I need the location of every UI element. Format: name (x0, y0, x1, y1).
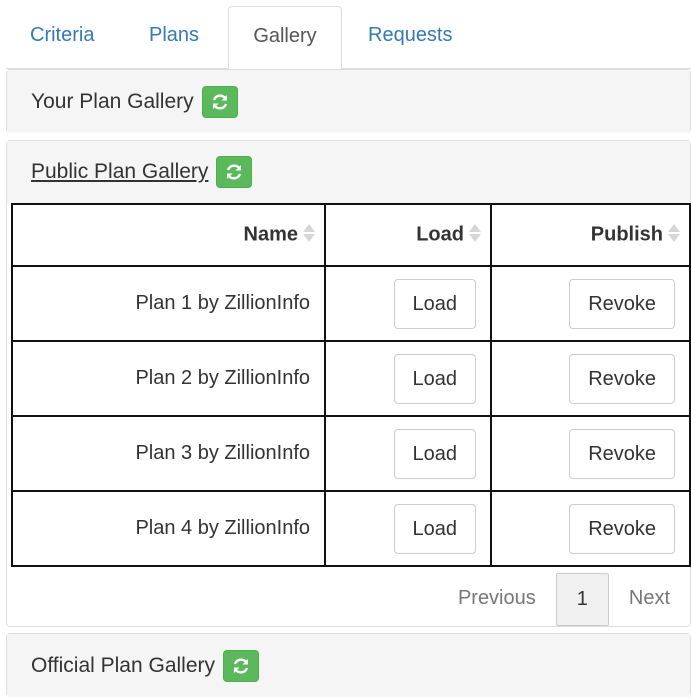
pagination: Previous 1 Next (438, 573, 690, 626)
tab-criteria[interactable]: Criteria (18, 6, 106, 69)
load-button[interactable]: Load (393, 353, 476, 404)
public-plan-gallery-panel: Public Plan Gallery Name Load Publish Pl… (6, 140, 691, 627)
official-plan-gallery-title: Official Plan Gallery (31, 653, 216, 677)
pagination-next[interactable]: Next (609, 573, 690, 626)
pagination-page-1[interactable]: 1 (555, 573, 609, 626)
table-row: Plan 3 by ZillionInfo Load Revoke (11, 415, 691, 492)
column-header-publish[interactable]: Publish (490, 203, 691, 267)
table-row: Plan 1 by ZillionInfo Load Revoke (11, 265, 691, 342)
public-plan-table: Name Load Publish Plan 1 by ZillionInfo … (11, 203, 691, 567)
table-header-row: Name Load Publish (11, 203, 691, 267)
tab-plans[interactable]: Plans (137, 6, 211, 69)
table-row: Plan 4 by ZillionInfo Load Revoke (11, 490, 691, 567)
revoke-button[interactable]: Revoke (569, 503, 675, 554)
sort-icon (668, 224, 680, 242)
plan-name: Plan 2 by ZillionInfo (11, 340, 326, 417)
public-plan-gallery-heading: Public Plan Gallery (7, 141, 690, 203)
tab-bar: Criteria Plans Gallery Requests (6, 0, 691, 70)
pagination-previous[interactable]: Previous (438, 573, 556, 626)
refresh-icon (227, 164, 242, 180)
plan-name: Plan 1 by ZillionInfo (11, 265, 326, 342)
sort-icon (303, 224, 315, 242)
load-button[interactable]: Load (393, 503, 476, 554)
official-plan-gallery-panel: Official Plan Gallery (6, 633, 691, 697)
table-row: Plan 2 by ZillionInfo Load Revoke (11, 340, 691, 417)
revoke-button[interactable]: Revoke (569, 428, 675, 479)
refresh-official-gallery-button[interactable] (223, 649, 260, 682)
public-plan-gallery-title[interactable]: Public Plan Gallery (31, 160, 208, 184)
your-plan-gallery-panel: Your Plan Gallery (6, 69, 691, 133)
load-button[interactable]: Load (393, 428, 476, 479)
sort-icon (469, 224, 481, 242)
revoke-button[interactable]: Revoke (569, 353, 675, 404)
load-button[interactable]: Load (393, 278, 476, 329)
revoke-button[interactable]: Revoke (569, 278, 675, 329)
your-plan-gallery-heading: Your Plan Gallery (7, 70, 690, 133)
refresh-icon (233, 657, 249, 674)
plan-name: Plan 4 by ZillionInfo (11, 490, 326, 567)
plan-name: Plan 3 by ZillionInfo (11, 415, 326, 492)
your-plan-gallery-title: Your Plan Gallery (31, 89, 194, 113)
column-header-load[interactable]: Load (324, 203, 492, 267)
refresh-icon (212, 93, 227, 110)
column-header-name[interactable]: Name (11, 203, 326, 267)
tab-requests[interactable]: Requests (356, 6, 465, 69)
refresh-your-gallery-button[interactable] (201, 85, 238, 118)
tab-gallery[interactable]: Gallery (228, 6, 342, 70)
official-plan-gallery-heading: Official Plan Gallery (7, 634, 690, 697)
refresh-public-gallery-button[interactable] (216, 156, 253, 188)
